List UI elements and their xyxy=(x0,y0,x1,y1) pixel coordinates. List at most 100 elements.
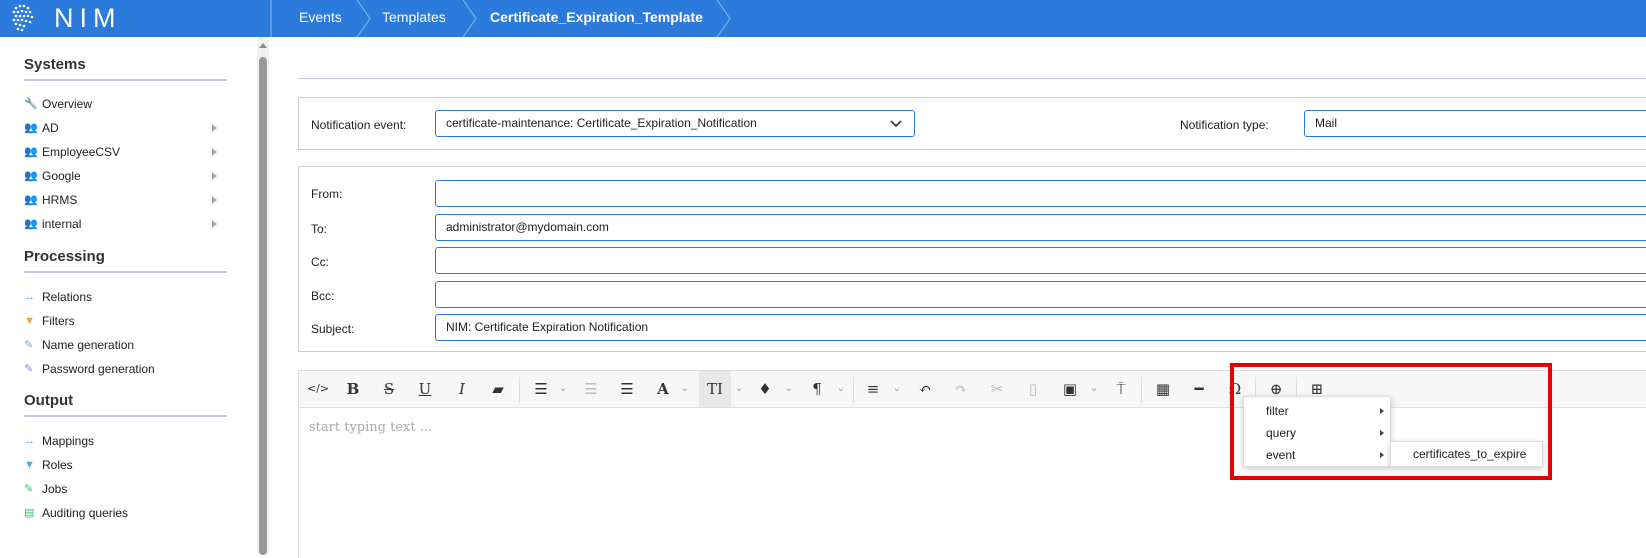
undo-icon[interactable]: ↶ xyxy=(911,371,939,407)
divider xyxy=(1141,377,1142,403)
wrench-icon: 🔧 xyxy=(24,98,38,110)
sidebar-item-google[interactable]: 👥 Google xyxy=(24,166,224,186)
divider xyxy=(24,415,227,417)
expand-arrow-icon[interactable] xyxy=(212,220,217,228)
sidebar-item-roles[interactable]: ▼ Roles xyxy=(24,455,224,475)
arrows-icon: ↔ xyxy=(24,291,35,303)
notification-event-select[interactable]: certificate-maintenance: Certificate_Exp… xyxy=(435,110,915,137)
horizontal-rule-icon[interactable]: ━ xyxy=(1185,371,1213,407)
strikethrough-icon[interactable]: S xyxy=(375,371,403,407)
edit-icon: ✎ xyxy=(24,483,34,495)
divider xyxy=(298,78,1646,79)
divider xyxy=(519,377,520,403)
chevron-down-icon[interactable]: ⌄ xyxy=(783,371,795,407)
sidebar-scrollbar[interactable] xyxy=(257,37,269,555)
indent-icon[interactable]: ☰ xyxy=(613,371,641,407)
users-icon: 👥 xyxy=(24,170,38,182)
breadcrumb-separator-icon xyxy=(356,0,371,37)
chevron-down-icon[interactable]: ⌄ xyxy=(733,371,745,407)
divider xyxy=(853,377,854,403)
section-title-output: Output xyxy=(24,392,74,409)
paragraph-icon[interactable]: ¶ xyxy=(803,371,831,407)
users-icon: 👥 xyxy=(24,194,38,206)
arrows-icon: ↔ xyxy=(24,435,35,447)
sidebar: Systems 🔧 Overview 👥 AD 👥 EmployeeCSV 👥 Goog… xyxy=(0,37,270,555)
cut-icon[interactable]: ✂ xyxy=(983,371,1011,407)
editor-placeholder: start typing text ... xyxy=(309,420,433,435)
sidebar-item-jobs[interactable]: ✎ Jobs xyxy=(24,479,224,499)
chevron-down-icon[interactable]: ⌄ xyxy=(679,371,691,407)
document-icon: ▤ xyxy=(24,507,35,519)
header-divider xyxy=(270,0,272,37)
list-icon[interactable]: ☰ xyxy=(527,371,555,407)
to-input[interactable]: administrator@mydomain.com xyxy=(435,214,1646,241)
underline-icon[interactable]: U xyxy=(411,371,439,407)
mail-fields-panel: From: To: administrator@mydomain.com Cc:… xyxy=(298,166,1646,352)
highlight-box xyxy=(1230,363,1552,480)
sidebar-item-employeecsv[interactable]: 👥 EmployeeCSV xyxy=(24,142,224,162)
copy-icon[interactable]: ▯ xyxy=(1019,371,1047,407)
sidebar-item-filters[interactable]: ▼ Filters xyxy=(24,311,224,331)
chevron-down-icon[interactable]: ⌄ xyxy=(891,371,903,407)
paste-icon[interactable]: ▣ xyxy=(1056,371,1084,407)
sidebar-item-ad[interactable]: 👥 AD xyxy=(24,118,224,138)
subject-label: Subject: xyxy=(311,322,355,336)
expand-arrow-icon[interactable] xyxy=(212,124,217,132)
top-header: NIM Events Templates Certificate_Expirat… xyxy=(0,0,1646,37)
sidebar-item-internal[interactable]: 👥 internal xyxy=(24,214,224,234)
chevron-down-icon xyxy=(890,120,902,128)
notification-event-label: Notification event: xyxy=(311,118,407,132)
breadcrumb-templates[interactable]: Templates xyxy=(382,0,446,37)
sidebar-item-mappings[interactable]: ↔ Mappings xyxy=(24,431,224,451)
expand-arrow-icon[interactable] xyxy=(212,172,217,180)
notification-type-select[interactable]: Mail xyxy=(1304,110,1646,137)
scrollbar-thumb[interactable] xyxy=(259,57,267,555)
color-drop-icon[interactable]: ♦ xyxy=(751,371,779,407)
breadcrumb-current: Certificate_Expiration_Template xyxy=(490,9,703,25)
table-icon[interactable]: ▦ xyxy=(1149,371,1177,407)
divider xyxy=(24,79,227,81)
eraser-icon[interactable]: ▰ xyxy=(484,371,512,407)
code-view-icon[interactable]: </> xyxy=(304,371,332,407)
italic-icon[interactable]: I xyxy=(448,371,476,407)
breadcrumb-events[interactable]: Events xyxy=(299,0,342,37)
bold-icon[interactable]: B xyxy=(339,371,367,407)
sidebar-item-password-generation[interactable]: ✎ Password generation xyxy=(24,359,224,379)
cc-label: Cc: xyxy=(311,255,329,269)
filter-icon: ▼ xyxy=(24,315,35,327)
subject-input[interactable]: NIM: Certificate Expiration Notification xyxy=(435,314,1646,341)
bcc-input[interactable] xyxy=(435,281,1646,308)
expand-arrow-icon[interactable] xyxy=(212,196,217,204)
outdent-icon[interactable]: ☰ xyxy=(577,371,605,407)
breadcrumb-separator-icon xyxy=(716,0,731,37)
edit-icon: ✎ xyxy=(24,339,34,351)
edit-icon: ✎ xyxy=(24,363,34,375)
chevron-down-icon[interactable]: ⌄ xyxy=(1088,371,1100,407)
redo-icon[interactable]: ↷ xyxy=(947,371,975,407)
scroll-up-icon[interactable] xyxy=(259,43,267,48)
sidebar-item-relations[interactable]: ↔ Relations xyxy=(24,287,224,307)
cc-input[interactable] xyxy=(435,247,1646,274)
chevron-down-icon[interactable]: ⌄ xyxy=(557,371,569,407)
font-size-icon[interactable]: TI xyxy=(699,371,731,407)
format-painter-icon[interactable]: ⍑ xyxy=(1107,371,1135,407)
sidebar-item-hrms[interactable]: 👥 HRMS xyxy=(24,190,224,210)
font-color-icon[interactable]: A xyxy=(649,371,677,407)
from-label: From: xyxy=(311,187,343,201)
section-title-processing: Processing xyxy=(24,248,105,265)
sidebar-item-auditing-queries[interactable]: ▤ Auditing queries xyxy=(24,503,224,523)
divider xyxy=(24,271,227,273)
sidebar-item-overview[interactable]: 🔧 Overview xyxy=(24,94,224,114)
app-name: NIM xyxy=(54,3,122,33)
nim-logo-icon xyxy=(12,4,34,32)
users-icon: 👥 xyxy=(24,218,38,230)
align-icon[interactable]: ≡ xyxy=(859,371,887,407)
notification-panel: Notification event: certificate-maintena… xyxy=(298,97,1646,150)
chevron-down-icon[interactable]: ⌄ xyxy=(835,371,847,407)
expand-arrow-icon[interactable] xyxy=(212,148,217,156)
notification-type-label: Notification type: xyxy=(1180,118,1269,132)
sidebar-item-name-generation[interactable]: ✎ Name generation xyxy=(24,335,224,355)
filter-icon: ▼ xyxy=(24,459,35,471)
from-input[interactable] xyxy=(435,180,1646,207)
users-icon: 👥 xyxy=(24,122,38,134)
